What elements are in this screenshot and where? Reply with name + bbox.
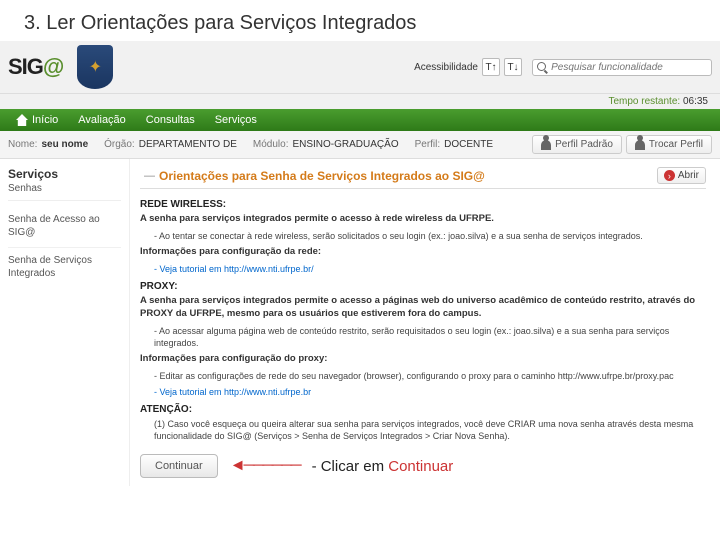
orgao-value: DEPARTAMENTO DE: [139, 139, 237, 150]
user-icon: [541, 140, 551, 150]
font-decrease-button[interactable]: T↓: [504, 58, 522, 76]
nav-consultas[interactable]: Consultas: [136, 109, 205, 131]
atencao-text: (1) Caso você esqueça ou queira alterar …: [140, 418, 706, 442]
nome-value: seu nome: [41, 139, 88, 150]
nav-label: Serviços: [215, 114, 257, 126]
header-bar: SIG@ ✦ Acessibilidade T↑ T↓: [0, 41, 720, 94]
search-box[interactable]: [532, 59, 712, 76]
session-timer: Tempo restante: 06:35: [0, 94, 720, 109]
arrow-annotation-icon: ◄──────: [230, 457, 300, 475]
annotation-text: - Clicar em Continuar: [312, 458, 454, 475]
proxy-config-head: Informações para configuração do proxy:: [140, 353, 706, 366]
search-input[interactable]: [551, 62, 707, 73]
proxy-tutorial-link[interactable]: - Veja tutorial em http://www.nti.ufrpe.…: [140, 386, 706, 398]
perfil-value: DOCENTE: [444, 139, 493, 150]
sidebar: Serviços Senhas Senha de Acesso ao SIG@ …: [0, 159, 130, 486]
nav-avaliacao[interactable]: Avaliação: [68, 109, 136, 131]
nav-label: Consultas: [146, 114, 195, 126]
abrir-button[interactable]: › Abrir: [657, 167, 706, 184]
nav-inicio[interactable]: Início: [6, 109, 68, 131]
nav-label: Início: [32, 114, 58, 126]
perfil-padrao-button[interactable]: Perfil Padrão: [532, 135, 622, 154]
nome-label: Nome:: [8, 139, 37, 150]
continue-row: Continuar ◄────── - Clicar em Continuar: [140, 454, 706, 478]
sidebar-link-senha-servicos[interactable]: Senha de Serviços Integrados: [8, 247, 121, 284]
modulo-value: ENSINO-GRADUAÇÃO: [292, 139, 398, 150]
slide-title: 3. Ler Orientações para Serviços Integra…: [0, 0, 720, 41]
trocar-perfil-button[interactable]: Trocar Perfil: [626, 135, 712, 154]
wireless-desc: A senha para serviços integrados permite…: [140, 213, 706, 226]
crest-icon: ✦: [77, 45, 113, 89]
proxy-config-path: - Editar as configurações de rede do seu…: [140, 370, 706, 382]
context-bar: Nome: seu nome Órgão: DEPARTAMENTO DE Mó…: [0, 131, 720, 159]
timer-label: Tempo restante:: [608, 96, 680, 107]
font-increase-button[interactable]: T↑: [482, 58, 500, 76]
logo-alpha: @: [43, 54, 63, 80]
timer-value: 06:35: [683, 96, 708, 107]
main-area: Serviços Senhas Senha de Acesso ao SIG@ …: [0, 159, 720, 486]
wireless-config-head: Informações para configuração da rede:: [140, 246, 706, 259]
annotation-word: Continuar: [388, 458, 453, 475]
content-panel: — Orientações para Senha de Serviços Int…: [130, 159, 720, 486]
search-icon: [537, 62, 547, 73]
nav-servicos[interactable]: Serviços: [205, 109, 267, 131]
section-atencao: ATENÇÃO:: [140, 404, 706, 415]
accessibility-label: Acessibilidade: [414, 62, 478, 73]
nav-bar: Início Avaliação Consultas Serviços: [0, 109, 720, 131]
sidebar-link-senha-acesso[interactable]: Senha de Acesso ao SIG@: [8, 209, 121, 243]
button-label: Perfil Padrão: [555, 139, 613, 150]
proxy-desc: A senha para serviços integrados permite…: [140, 295, 706, 321]
abrir-label: Abrir: [678, 170, 699, 181]
orgao-label: Órgão:: [104, 139, 135, 150]
logo-text: SIG: [8, 54, 43, 80]
nav-label: Avaliação: [78, 114, 126, 126]
app-logo: SIG@: [8, 54, 63, 80]
section-proxy: PROXY:: [140, 281, 706, 292]
accessibility-controls: Acessibilidade T↑ T↓: [414, 58, 522, 76]
button-label: Trocar Perfil: [649, 139, 703, 150]
annotation-pre: - Clicar em: [312, 458, 389, 475]
continuar-button[interactable]: Continuar: [140, 454, 218, 478]
perfil-label: Perfil:: [415, 139, 441, 150]
modulo-label: Módulo:: [253, 139, 289, 150]
content-header: — Orientações para Senha de Serviços Int…: [140, 167, 706, 189]
arrow-circle-icon: ›: [664, 170, 675, 181]
profile-buttons: Perfil Padrão Trocar Perfil: [532, 135, 712, 154]
home-icon: [16, 114, 28, 126]
user-icon: [635, 140, 645, 150]
sidebar-title: Serviços: [8, 167, 121, 181]
dash-icon: —: [144, 170, 155, 182]
section-wireless: REDE WIRELESS:: [140, 199, 706, 210]
content-title: Orientações para Senha de Serviços Integ…: [159, 169, 485, 183]
sidebar-subtitle: Senhas: [8, 183, 121, 201]
wireless-tutorial-link[interactable]: - Veja tutorial em http://www.nti.ufrpe.…: [140, 263, 706, 275]
proxy-note: - Ao acessar alguma página web de conteú…: [140, 325, 706, 349]
wireless-note: - Ao tentar se conectar à rede wireless,…: [140, 230, 706, 242]
